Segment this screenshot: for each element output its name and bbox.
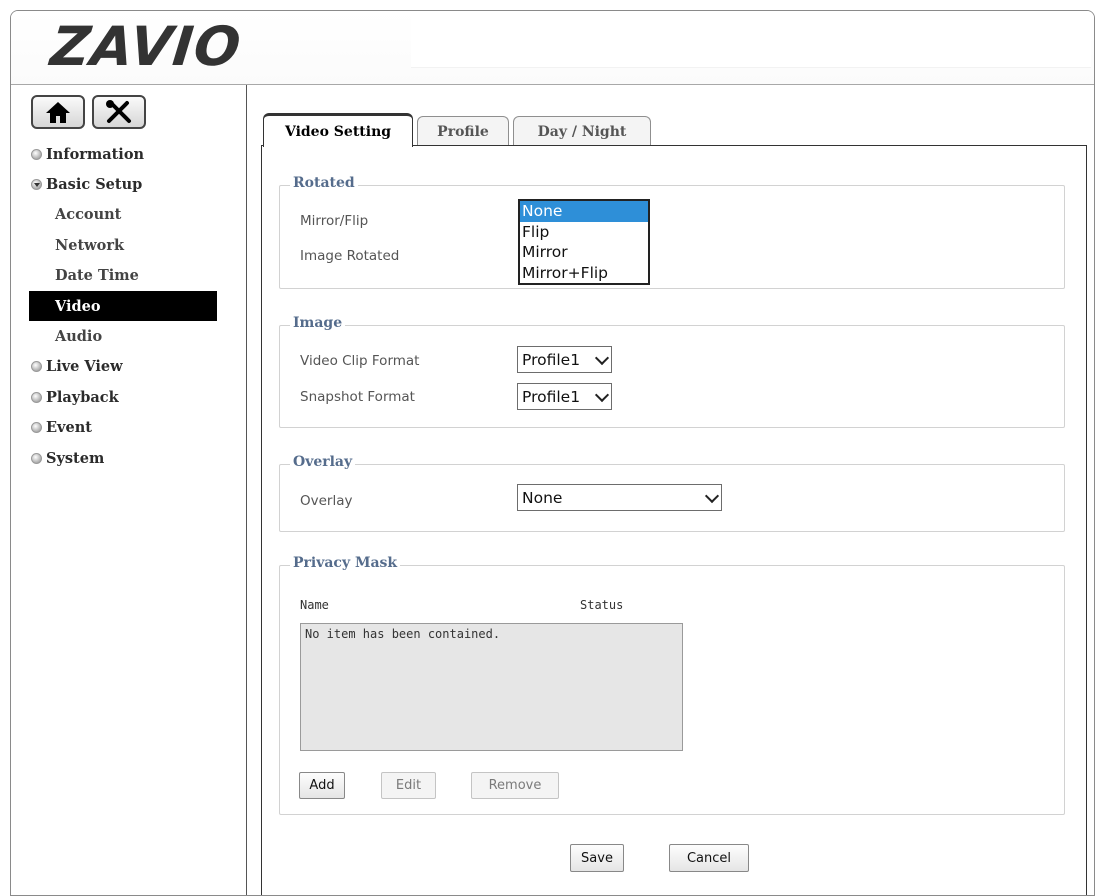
nav-label: Playback: [46, 388, 119, 406]
settings-panel: Rotated Mirror/Flip Image Rotated None F…: [261, 145, 1087, 895]
nav-item-event[interactable]: Event: [31, 413, 217, 443]
sidebar: Information Basic Setup Account Network …: [11, 85, 247, 895]
tab-profile[interactable]: Profile: [417, 116, 509, 146]
snapshot-format-select[interactable]: Profile1: [517, 383, 612, 410]
nav-item-basic-setup[interactable]: Basic Setup: [31, 169, 217, 199]
chevron-down-icon: [594, 387, 610, 402]
mirror-flip-dropdown[interactable]: None Flip Mirror Mirror+Flip: [518, 199, 650, 285]
nav-label: Information: [46, 145, 145, 163]
zavio-logo: ZAVIO: [47, 15, 245, 78]
video-clip-format-label: Video Clip Format: [300, 353, 420, 369]
rotated-fieldset: Rotated Mirror/Flip Image Rotated None F…: [279, 175, 1065, 289]
image-rotated-label: Image Rotated: [300, 248, 400, 264]
cancel-button[interactable]: Cancel: [669, 844, 749, 872]
video-clip-format-value: Profile1: [522, 350, 581, 369]
bullet-icon: [31, 422, 42, 434]
snapshot-format-label: Snapshot Format: [300, 389, 415, 405]
privacy-mask-legend: Privacy Mask: [290, 555, 401, 571]
video-clip-format-select[interactable]: Profile1: [517, 346, 612, 373]
overlay-label: Overlay: [300, 493, 353, 509]
tab-bar: Video Setting Profile Day / Night: [263, 104, 655, 147]
option-none[interactable]: None: [520, 201, 648, 222]
nav-label: Event: [46, 419, 92, 437]
app-window: ZAVIO Information Basic Setup Account Ne…: [10, 10, 1095, 896]
remove-button[interactable]: Remove: [471, 772, 559, 799]
mirror-flip-label: Mirror/Flip: [300, 213, 369, 229]
nav-menu: Information Basic Setup Account Network …: [29, 139, 217, 473]
tab-video-setting[interactable]: Video Setting: [263, 113, 413, 147]
overlay-fieldset: Overlay Overlay None: [279, 454, 1065, 532]
add-button[interactable]: Add: [299, 772, 345, 799]
name-column-header: Name: [300, 598, 329, 612]
chevron-down-icon: [704, 488, 720, 503]
nav-item-live-view[interactable]: Live View: [31, 352, 217, 382]
bullet-icon: [31, 452, 42, 464]
privacy-mask-list[interactable]: No item has been contained.: [300, 623, 683, 751]
overlay-value: None: [522, 488, 563, 507]
privacy-mask-fieldset: Privacy Mask Name Status No item has bee…: [279, 555, 1065, 815]
nav-subitem-network[interactable]: Network: [31, 230, 217, 260]
edit-button[interactable]: Edit: [381, 772, 436, 799]
status-column-header: Status: [580, 598, 624, 612]
expanded-bullet-icon: [31, 179, 42, 191]
nav-label: Live View: [46, 358, 123, 376]
overlay-legend: Overlay: [290, 454, 356, 470]
tools-button[interactable]: [92, 95, 146, 129]
tab-day-night[interactable]: Day / Night: [513, 116, 651, 146]
image-fieldset: Image Video Clip Format Profile1 Snapsho…: [279, 315, 1065, 428]
snapshot-format-value: Profile1: [522, 387, 581, 406]
image-legend: Image: [290, 315, 346, 331]
overlay-select[interactable]: None: [517, 484, 722, 511]
header-banner: [411, 15, 1091, 68]
option-mirror[interactable]: Mirror: [520, 242, 648, 263]
header: ZAVIO: [11, 11, 1094, 85]
option-flip[interactable]: Flip: [520, 222, 648, 243]
home-button[interactable]: [31, 95, 85, 129]
nav-item-system[interactable]: System: [31, 443, 217, 473]
option-mirror-flip[interactable]: Mirror+Flip: [520, 263, 648, 284]
save-button[interactable]: Save: [570, 844, 624, 872]
bullet-icon: [31, 361, 42, 373]
nav-subitem-audio[interactable]: Audio: [31, 321, 217, 351]
nav-item-information[interactable]: Information: [31, 139, 217, 169]
bullet-icon: [31, 148, 42, 160]
nav-subitem-account[interactable]: Account: [31, 200, 217, 230]
nav-item-playback[interactable]: Playback: [31, 382, 217, 412]
bullet-icon: [31, 391, 42, 403]
nav-subitem-video[interactable]: Video: [29, 290, 217, 322]
empty-list-message: No item has been contained.: [305, 627, 501, 641]
nav-label: Basic Setup: [46, 176, 143, 194]
tools-icon: [106, 100, 131, 123]
nav-label: System: [46, 449, 105, 467]
nav-subitem-date-time[interactable]: Date Time: [31, 261, 217, 291]
content-area: Video Setting Profile Day / Night Rotate…: [261, 104, 1087, 895]
chevron-down-icon: [594, 350, 610, 365]
rotated-legend: Rotated: [290, 175, 358, 191]
home-icon: [46, 102, 70, 123]
